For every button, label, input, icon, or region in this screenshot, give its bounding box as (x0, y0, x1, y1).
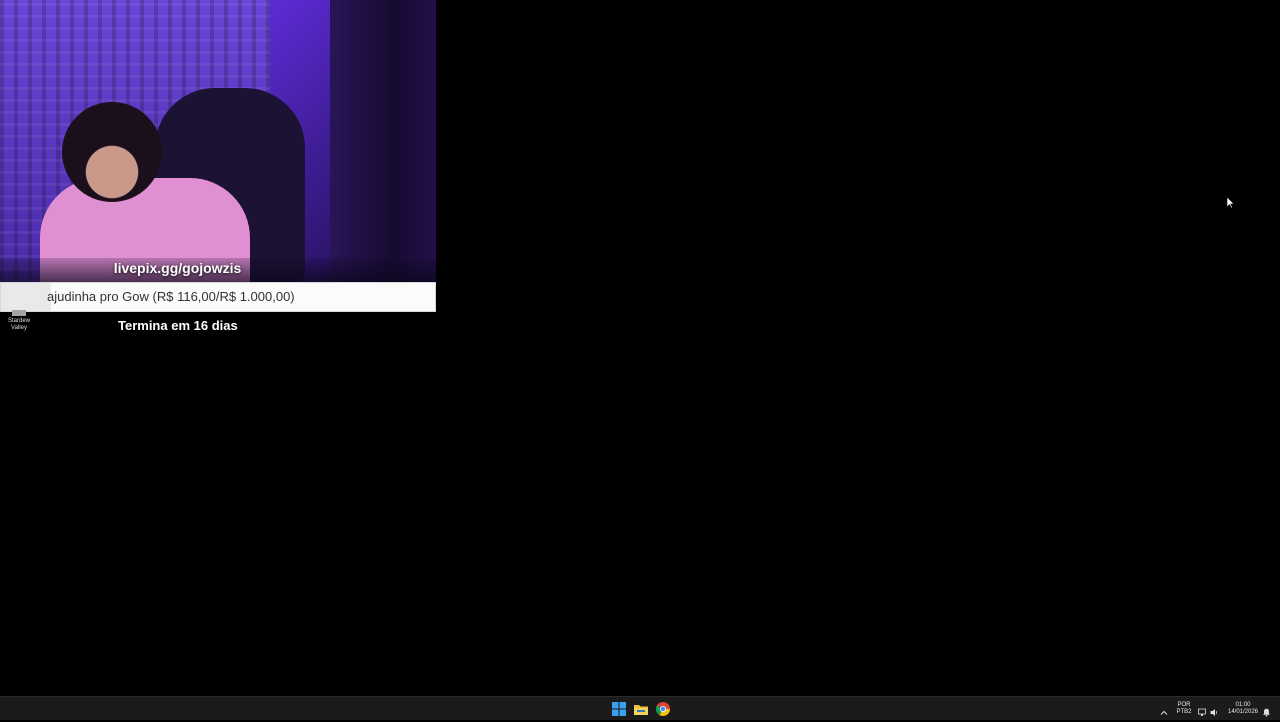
webcam-feed: livepix.gg/gojowzis (0, 0, 436, 282)
network-icon[interactable] (1198, 704, 1207, 716)
stardew-valley-icon (12, 310, 26, 316)
file-explorer-icon[interactable] (633, 701, 649, 717)
desktop-icon-label: Stardew Valley (7, 318, 30, 331)
donation-goal-fill (1, 283, 52, 311)
mouse-cursor-icon (1226, 196, 1235, 209)
taskbar: POR PTB2 01:00 14/01/2026 (0, 696, 1280, 720)
notification-bell-icon[interactable] (1262, 704, 1271, 717)
donation-goal-deadline: Termina em 16 dias (118, 318, 238, 333)
volume-icon[interactable] (1210, 704, 1219, 716)
language-line1: POR (1177, 702, 1191, 708)
chrome-icon[interactable] (655, 701, 671, 717)
donation-goal-text: ajudinha pro Gow (R$ 116,00/R$ 1.000,00) (47, 289, 295, 304)
clock[interactable]: 01:00 14/01/2026 (1225, 702, 1261, 716)
desktop-icon-stardew-valley[interactable]: Stardew Valley (2, 310, 36, 332)
language-line2: PTB2 (1176, 709, 1192, 715)
windows-start-icon[interactable] (611, 701, 627, 717)
clock-date: 14/01/2026 (1227, 709, 1259, 715)
tray-overflow-chevron-icon[interactable] (1160, 704, 1168, 715)
language-indicator[interactable]: POR PTB2 (1174, 702, 1194, 716)
webcam-person-head (62, 102, 162, 202)
webcam-curtain (330, 0, 436, 282)
donation-goal-bar: ajudinha pro Gow (R$ 116,00/R$ 1.000,00) (0, 282, 436, 312)
clock-time: 01:00 (1235, 702, 1251, 708)
livepix-url: livepix.gg/gojowzis (113, 260, 242, 276)
